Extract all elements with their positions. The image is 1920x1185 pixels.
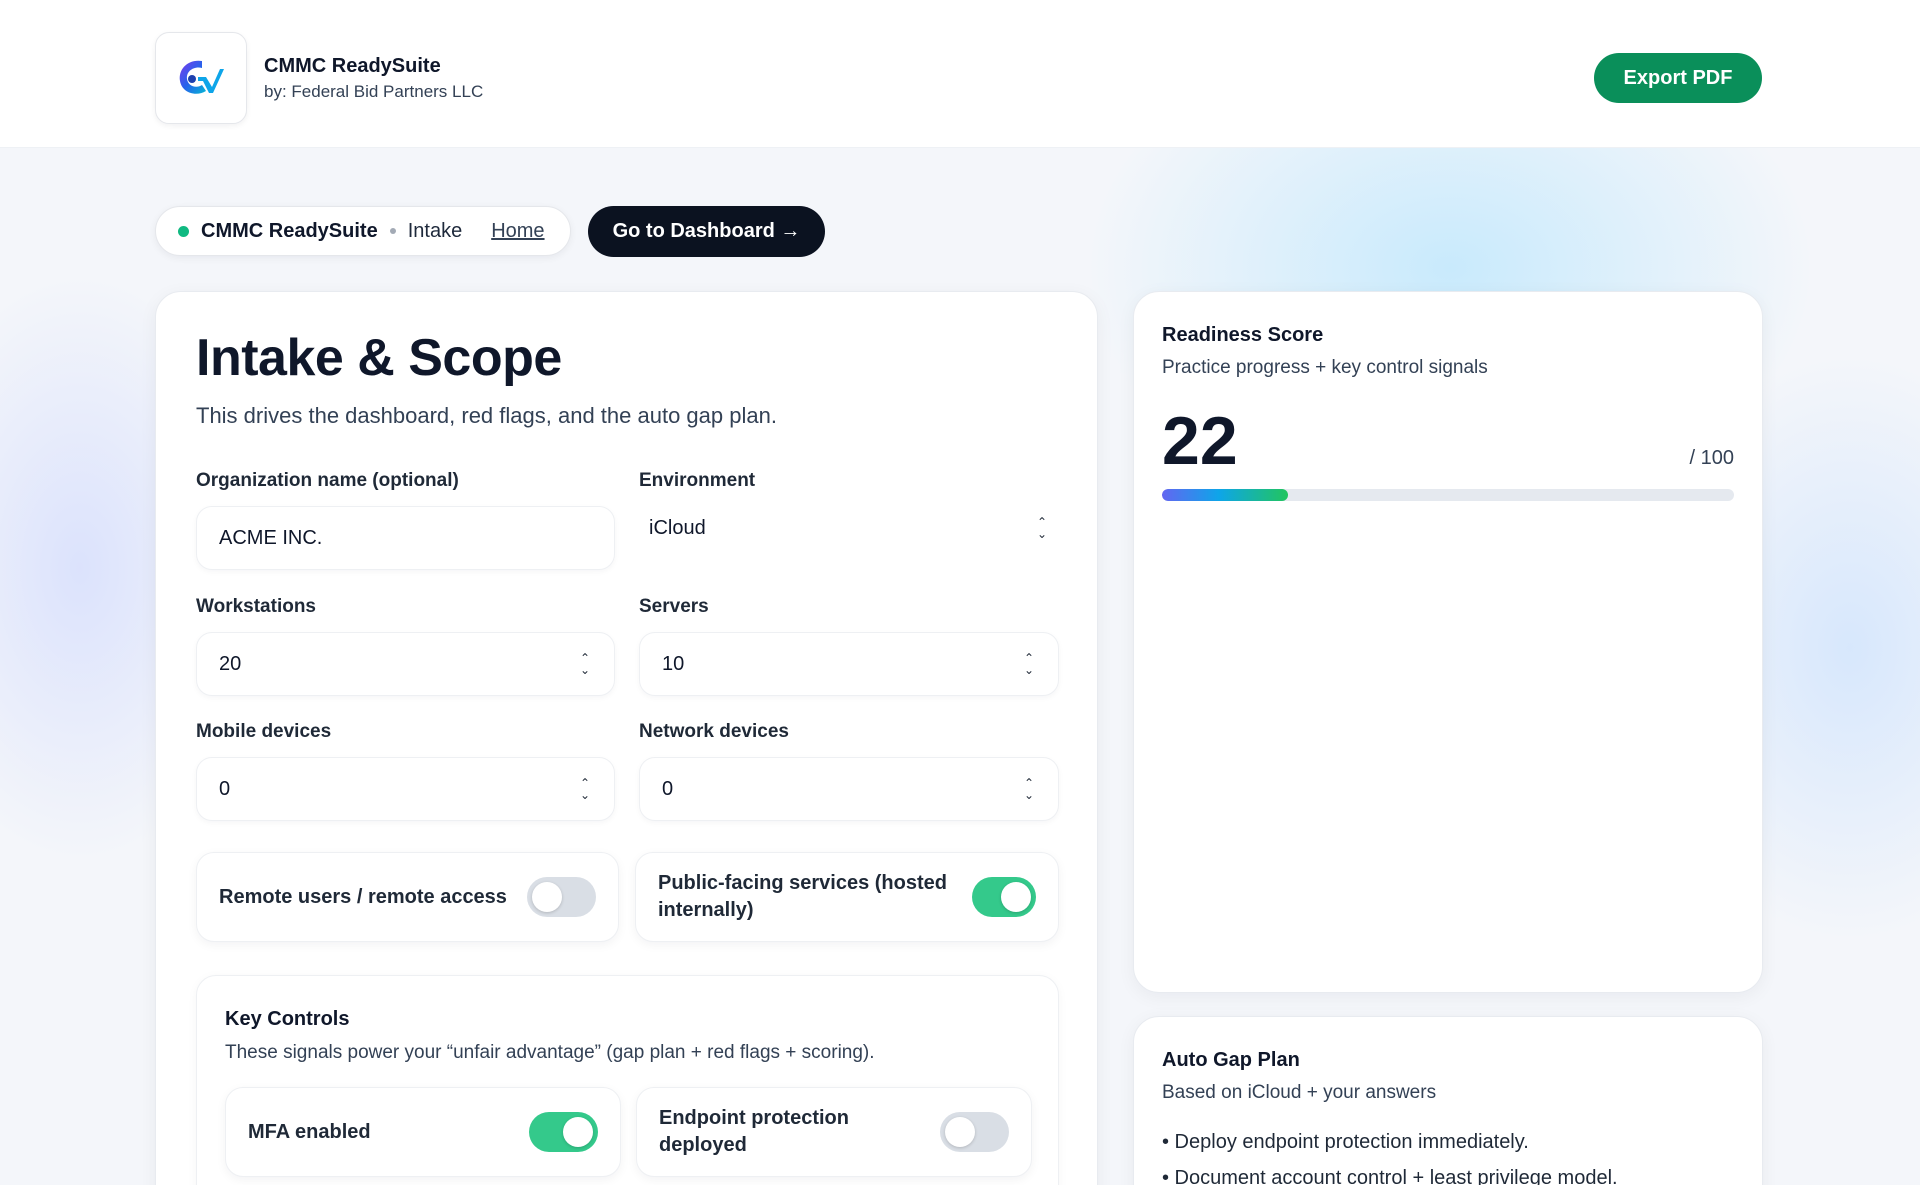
mfa-toggle-card: MFA enabled (225, 1087, 621, 1177)
key-controls-card: Key Controls These signals power your “u… (196, 975, 1059, 1185)
endpoint-protection-toggle[interactable] (940, 1112, 1009, 1152)
readiness-score-value: 22 (1162, 403, 1238, 479)
environment-select[interactable]: iCloud ⌃ ⌄ (639, 506, 1059, 550)
gap-plan-item: • Deploy endpoint protection immediately… (1162, 1131, 1529, 1153)
export-pdf-button[interactable]: Export PDF (1594, 53, 1762, 103)
workstations-value: 20 (219, 652, 242, 675)
org-name-label: Organization name (optional) (196, 470, 459, 491)
breadcrumb-current-page: Intake (407, 219, 463, 242)
logo-icon (179, 60, 224, 94)
org-name-input[interactable]: ACME INC. (196, 506, 615, 570)
network-devices-input[interactable]: 0 ⌃ ⌄ (639, 757, 1059, 821)
app-logo (155, 32, 247, 124)
public-services-toggle[interactable] (972, 877, 1036, 917)
network-devices-value: 0 (662, 777, 674, 800)
auto-gap-plan-card: Auto Gap Plan Based on iCloud + your ans… (1133, 1016, 1763, 1185)
public-services-label: Public-facing services (hosted internall… (658, 872, 947, 921)
mfa-toggle[interactable] (529, 1112, 598, 1152)
page-subtitle: This drives the dashboard, red flags, an… (196, 403, 777, 428)
readiness-progress-bar (1162, 489, 1734, 501)
remote-access-label: Remote users / remote access (219, 885, 507, 908)
gap-plan-subtitle: Based on iCloud + your answers (1162, 1082, 1437, 1103)
status-dot-icon (178, 225, 189, 237)
workstations-input[interactable]: 20 ⌃ ⌄ (196, 632, 615, 696)
workstations-label: Workstations (196, 596, 317, 617)
toggle-knob (532, 882, 562, 912)
page-title: Intake & Scope (196, 329, 562, 387)
servers-input[interactable]: 10 ⌃ ⌄ (639, 632, 1059, 696)
org-name-value: ACME INC. (219, 526, 323, 549)
gap-plan-item: • Document account control + least privi… (1162, 1167, 1618, 1185)
breadcrumb-app: CMMC ReadySuite (201, 219, 378, 242)
go-to-dashboard-button[interactable]: Go to Dashboard → (588, 206, 825, 257)
toggle-knob (945, 1117, 975, 1147)
readiness-subtitle: Practice progress + key control signals (1162, 357, 1488, 378)
number-stepper-icon[interactable]: ⌃ ⌄ (1022, 652, 1036, 676)
mobile-devices-label: Mobile devices (196, 721, 332, 742)
readiness-title: Readiness Score (1162, 324, 1324, 346)
key-controls-title: Key Controls (225, 1008, 350, 1030)
endpoint-protection-toggle-card: Endpoint protection deployed (636, 1087, 1032, 1177)
readiness-progress-fill (1162, 489, 1288, 501)
remote-access-toggle[interactable] (527, 877, 596, 917)
number-stepper-icon[interactable]: ⌃ ⌄ (578, 652, 592, 676)
environment-value: iCloud (649, 516, 706, 539)
servers-value: 10 (662, 652, 685, 675)
breadcrumb: CMMC ReadySuite Intake Home (155, 206, 571, 256)
app-byline: by: Federal Bid Partners LLC (264, 82, 484, 101)
mfa-label: MFA enabled (248, 1120, 371, 1143)
mobile-devices-value: 0 (219, 777, 231, 800)
intake-scope-card: Intake & Scope This drives the dashboard… (155, 291, 1098, 1185)
readiness-score-max: / 100 (1689, 447, 1734, 469)
readiness-score-card: Readiness Score Practice progress + key … (1133, 291, 1763, 993)
breadcrumb-separator (389, 228, 396, 234)
endpoint-protection-label: Endpoint protection deployed (659, 1107, 849, 1156)
servers-label: Servers (639, 596, 709, 617)
environment-label: Environment (639, 470, 756, 491)
breadcrumb-home-link[interactable]: Home (491, 220, 544, 243)
number-stepper-icon[interactable]: ⌃ ⌄ (1022, 777, 1036, 801)
toggle-knob (1001, 882, 1031, 912)
app-name: CMMC ReadySuite (264, 55, 441, 77)
gap-plan-title: Auto Gap Plan (1162, 1049, 1300, 1071)
key-controls-subtitle: These signals power your “unfair advanta… (225, 1042, 875, 1063)
select-arrows-icon: ⌃ ⌄ (1036, 515, 1048, 541)
number-stepper-icon[interactable]: ⌃ ⌄ (578, 777, 592, 801)
network-devices-label: Network devices (639, 721, 789, 742)
mobile-devices-input[interactable]: 0 ⌃ ⌄ (196, 757, 615, 821)
remote-access-toggle-card: Remote users / remote access (196, 852, 619, 942)
public-services-toggle-card: Public-facing services (hosted internall… (635, 852, 1059, 942)
toggle-knob (563, 1117, 593, 1147)
top-header: CMMC ReadySuite by: Federal Bid Partners… (0, 0, 1920, 148)
